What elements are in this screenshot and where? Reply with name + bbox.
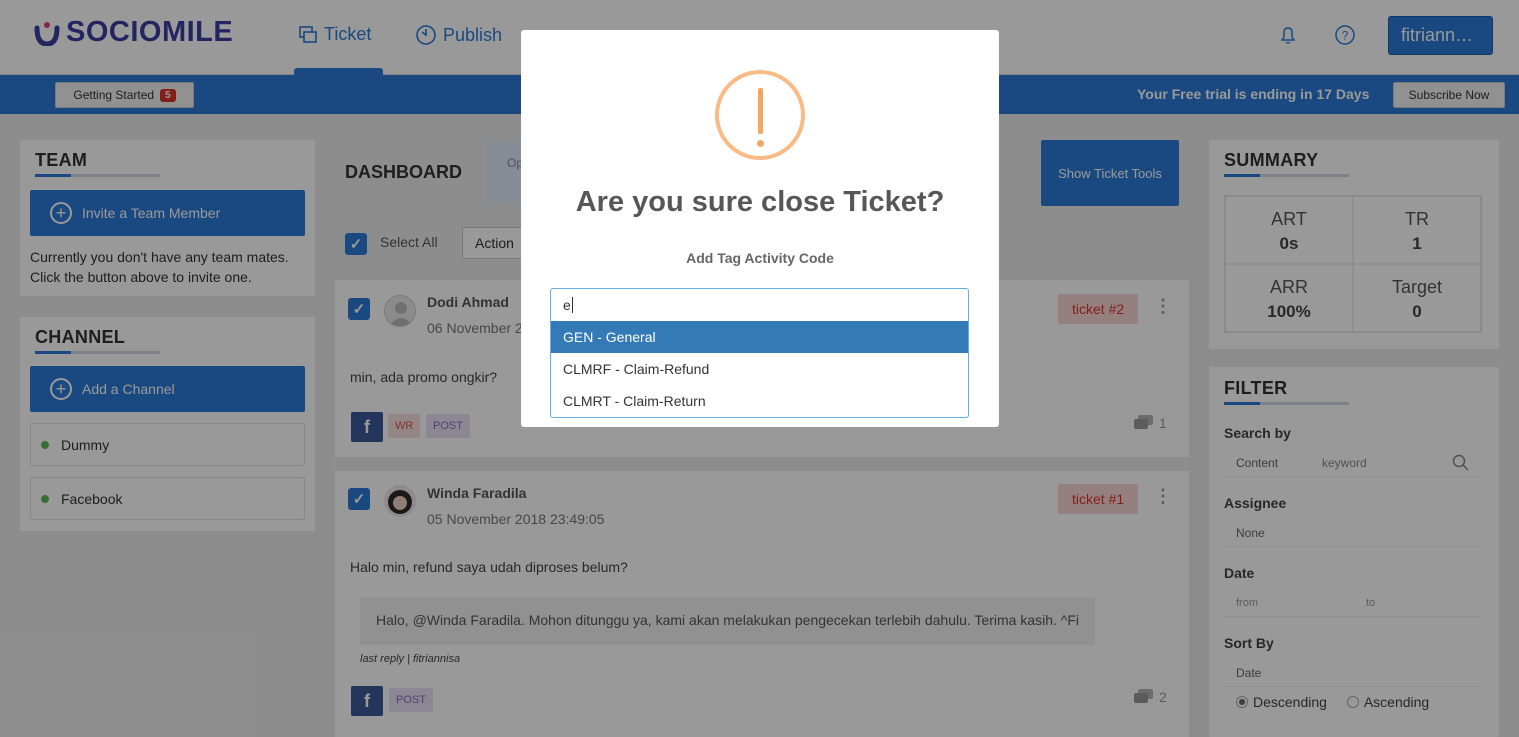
activity-code-dropdown: GEN - General CLMRF - Claim-Refund CLMRT… — [550, 321, 969, 418]
dialog-subtitle: Add Tag Activity Code — [686, 250, 834, 266]
option-clmrf-claim-refund[interactable]: CLMRF - Claim-Refund — [551, 353, 968, 385]
close-ticket-dialog: Are you sure close Ticket? Add Tag Activ… — [521, 30, 999, 427]
option-gen-general[interactable]: GEN - General — [551, 321, 968, 353]
option-clmrt-claim-return[interactable]: CLMRT - Claim-Return — [551, 385, 968, 417]
activity-code-input[interactable]: e — [550, 288, 969, 321]
dialog-title: Are you sure close Ticket? — [575, 186, 945, 218]
warning-icon — [715, 70, 805, 160]
